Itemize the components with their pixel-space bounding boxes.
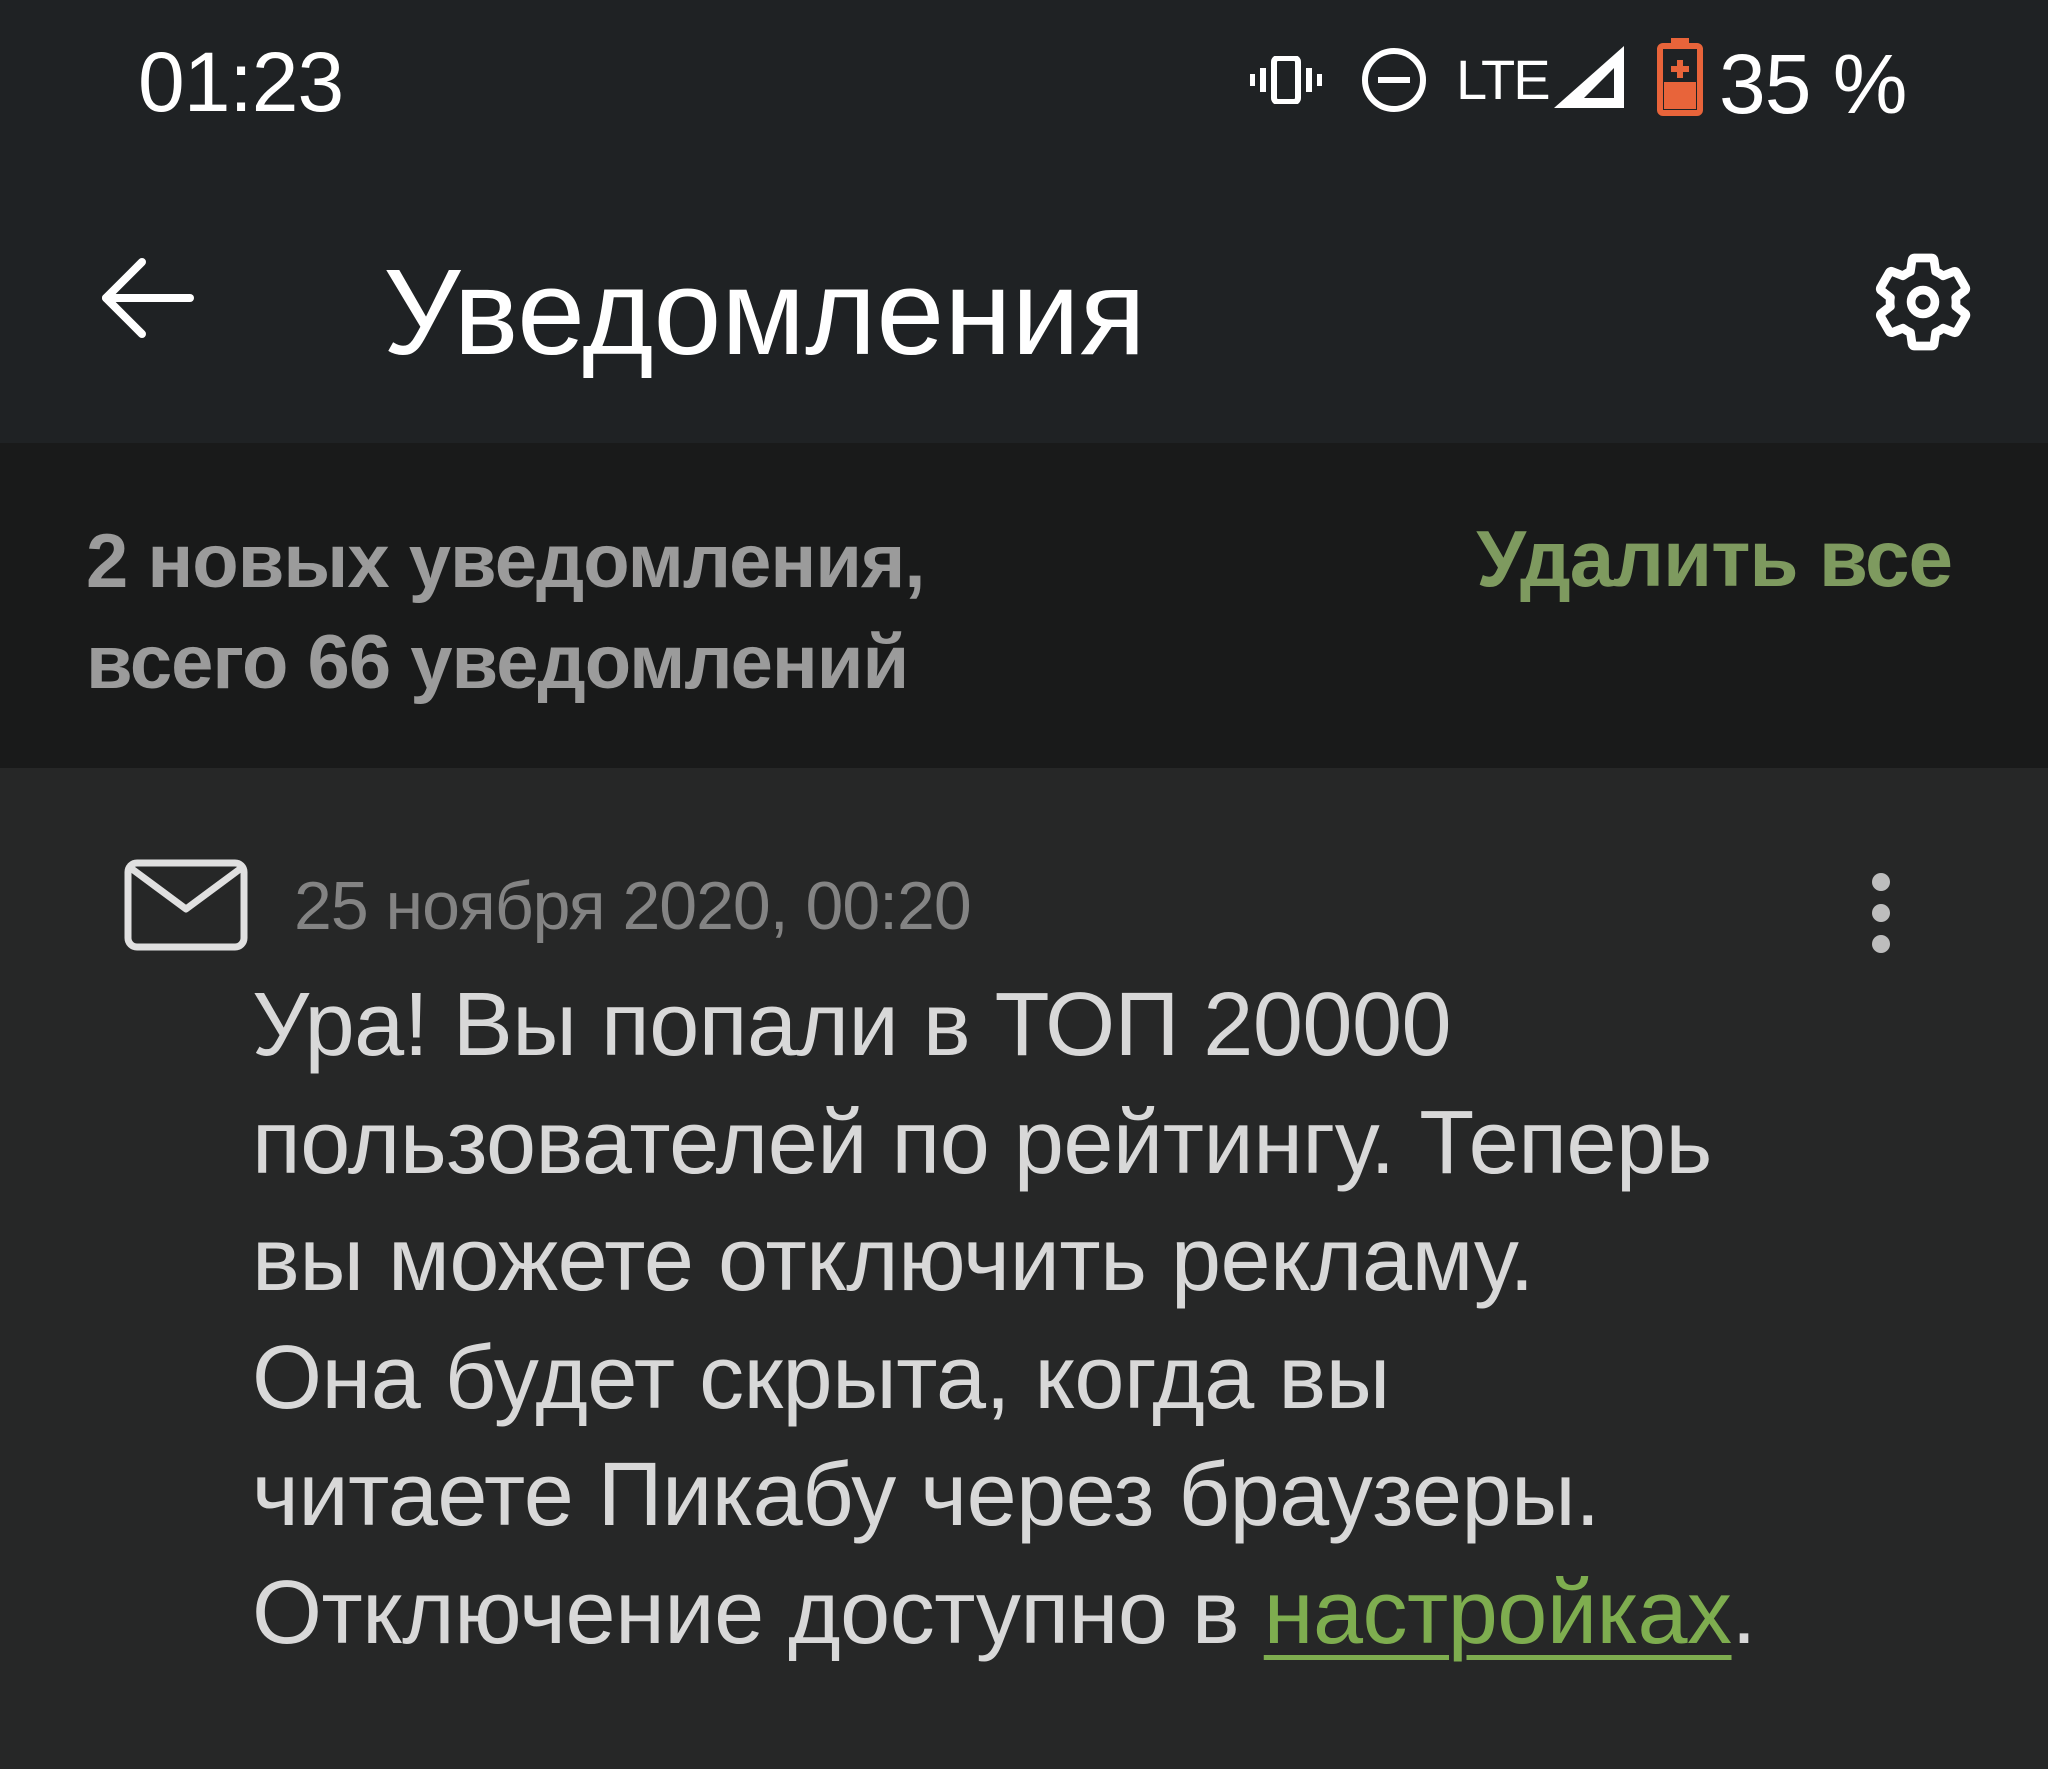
status-icons: LTE 35 % bbox=[0, 0, 2048, 160]
notification-body: Ура! Вы попали в ТОП 20000 пользователей… bbox=[252, 967, 2012, 1672]
app-header: 01:23 LTE 35 % Уведомления bbox=[0, 0, 2048, 443]
delete-all-button[interactable]: Удалить все bbox=[1476, 513, 1953, 605]
notification-body-line: читаете Пикабу через браузеры. bbox=[252, 1445, 1600, 1545]
signal-icon bbox=[1554, 46, 1624, 108]
notification-item[interactable]: 25 ноября 2020, 00:20 Ура! Вы попали в Т… bbox=[0, 768, 2048, 1769]
notification-body-line: пользователей по рейтингу. Теперь bbox=[252, 1092, 1712, 1193]
notification-body-line: Она будет скрыта, когда вы bbox=[252, 1327, 1390, 1428]
notification-body-line: Ура! Вы попали в ТОП 20000 bbox=[252, 975, 1452, 1075]
settings-link[interactable]: настройках bbox=[1264, 1563, 1732, 1663]
do-not-disturb-icon bbox=[1362, 48, 1426, 112]
back-button[interactable] bbox=[94, 243, 204, 353]
page-title: Уведомления bbox=[383, 244, 1146, 380]
total-count-text: всего 66 уведомлений bbox=[86, 620, 909, 705]
settings-button[interactable] bbox=[1868, 247, 1978, 357]
notification-date: 25 ноября 2020, 00:20 bbox=[294, 868, 972, 944]
notification-body-last-line: Отключение доступно в настройках. bbox=[252, 1555, 2012, 1673]
gear-icon bbox=[1875, 253, 1971, 351]
new-count-text: 2 новых уведомления, bbox=[86, 519, 925, 604]
vibrate-icon bbox=[1250, 56, 1322, 104]
notification-body-suffix: . bbox=[1731, 1562, 1757, 1663]
notification-body-line: вы можете отключить рекламу. bbox=[252, 1210, 1534, 1310]
mail-icon bbox=[124, 859, 248, 951]
notifications-summary: 2 новых уведомления, всего 66 уведомлени… bbox=[0, 443, 2048, 768]
network-type: LTE bbox=[1456, 48, 1551, 111]
battery-low-icon bbox=[1657, 38, 1703, 116]
battery-level: 35 % bbox=[1719, 37, 1907, 131]
notification-body-prefix: Отключение доступно в bbox=[252, 1562, 1264, 1663]
arrow-left-icon bbox=[102, 258, 194, 338]
more-options-button[interactable] bbox=[1851, 863, 1911, 963]
more-vertical-icon bbox=[1872, 873, 1890, 953]
